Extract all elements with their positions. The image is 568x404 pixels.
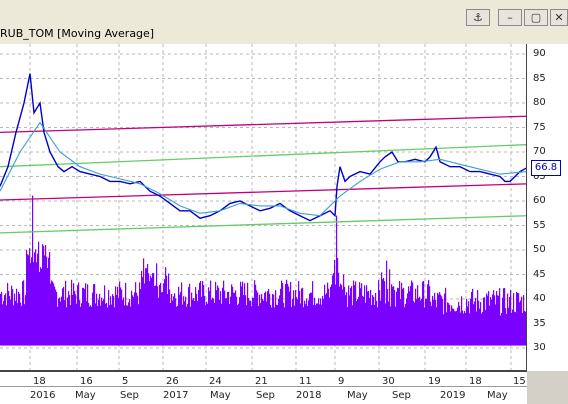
- close-icon: ✕: [554, 11, 564, 24]
- price-series-line: [0, 73, 526, 222]
- x-tick-label-period: 2019: [440, 390, 466, 401]
- trendline-3: [0, 183, 526, 201]
- anchor-icon: ⚓: [473, 11, 483, 24]
- y-tick-label: 50: [533, 244, 546, 255]
- x-tick-label-period: Sep: [256, 390, 275, 401]
- x-tick-label-day: 26: [166, 376, 179, 387]
- x-tick-label-period: Sep: [392, 390, 411, 401]
- x-tick-label-day: 15: [513, 376, 526, 387]
- anchor-button[interactable]: ⚓: [466, 9, 490, 26]
- restore-button[interactable]: ▢: [524, 9, 548, 26]
- y-tick-label: 80: [533, 97, 546, 108]
- trendline-2: [0, 144, 526, 168]
- y-tick-label: 75: [533, 121, 546, 133]
- trendline-1: [0, 115, 526, 134]
- trendline-4: [0, 215, 526, 234]
- x-tick-label-period: 2016: [30, 390, 56, 401]
- x-tick-label-day: 19: [428, 376, 441, 387]
- y-tick-label: 40: [533, 293, 546, 304]
- x-tick-label-period: 2017: [163, 390, 189, 401]
- x-tick-label-day: 16: [80, 376, 93, 387]
- price-chart: [0, 44, 526, 370]
- y-tick-label: 45: [533, 268, 546, 280]
- x-tick-label-day: 18: [33, 376, 46, 387]
- x-tick-label-day: 24: [209, 376, 222, 387]
- y-tick-label: 70: [533, 146, 546, 157]
- close-button[interactable]: ✕: [550, 9, 568, 26]
- y-tick-label: 35: [533, 317, 546, 329]
- restore-icon: ▢: [530, 11, 542, 24]
- moving-average-line: [0, 121, 526, 217]
- x-tick-label-period: May: [347, 390, 368, 401]
- y-tick-label: 30: [533, 342, 546, 353]
- y-tick-label: 55: [533, 219, 546, 231]
- x-tick-label-period: May: [75, 390, 96, 401]
- current-price-label: 66.8: [531, 160, 561, 176]
- x-tick-label-period: May: [210, 390, 231, 401]
- x-tick-label-period: May: [487, 390, 508, 401]
- x-tick-label-day: 11: [299, 376, 312, 387]
- x-tick-label-day: 21: [255, 376, 268, 387]
- x-tick-label-period: 2018: [296, 390, 322, 401]
- chart-plot-area[interactable]: [0, 44, 527, 371]
- x-tick-label-day: 5: [122, 376, 129, 387]
- minimize-icon: –: [507, 11, 513, 24]
- y-tick-label: 60: [533, 195, 546, 206]
- x-tick-label-day: 18: [469, 376, 482, 387]
- x-tick-label-day: 9: [338, 376, 345, 387]
- y-tick-label: 90: [533, 48, 546, 59]
- x-tick-label-period: Sep: [120, 390, 139, 401]
- chart-title: RUB_TOM [Moving Average]: [0, 27, 155, 40]
- window-titlebar: ⚓ – ▢ ✕ RUB_TOM [Moving Average]: [0, 0, 568, 44]
- y-tick-label: 85: [533, 72, 546, 84]
- minimize-button[interactable]: –: [498, 9, 522, 26]
- x-tick-label-day: 30: [382, 376, 395, 387]
